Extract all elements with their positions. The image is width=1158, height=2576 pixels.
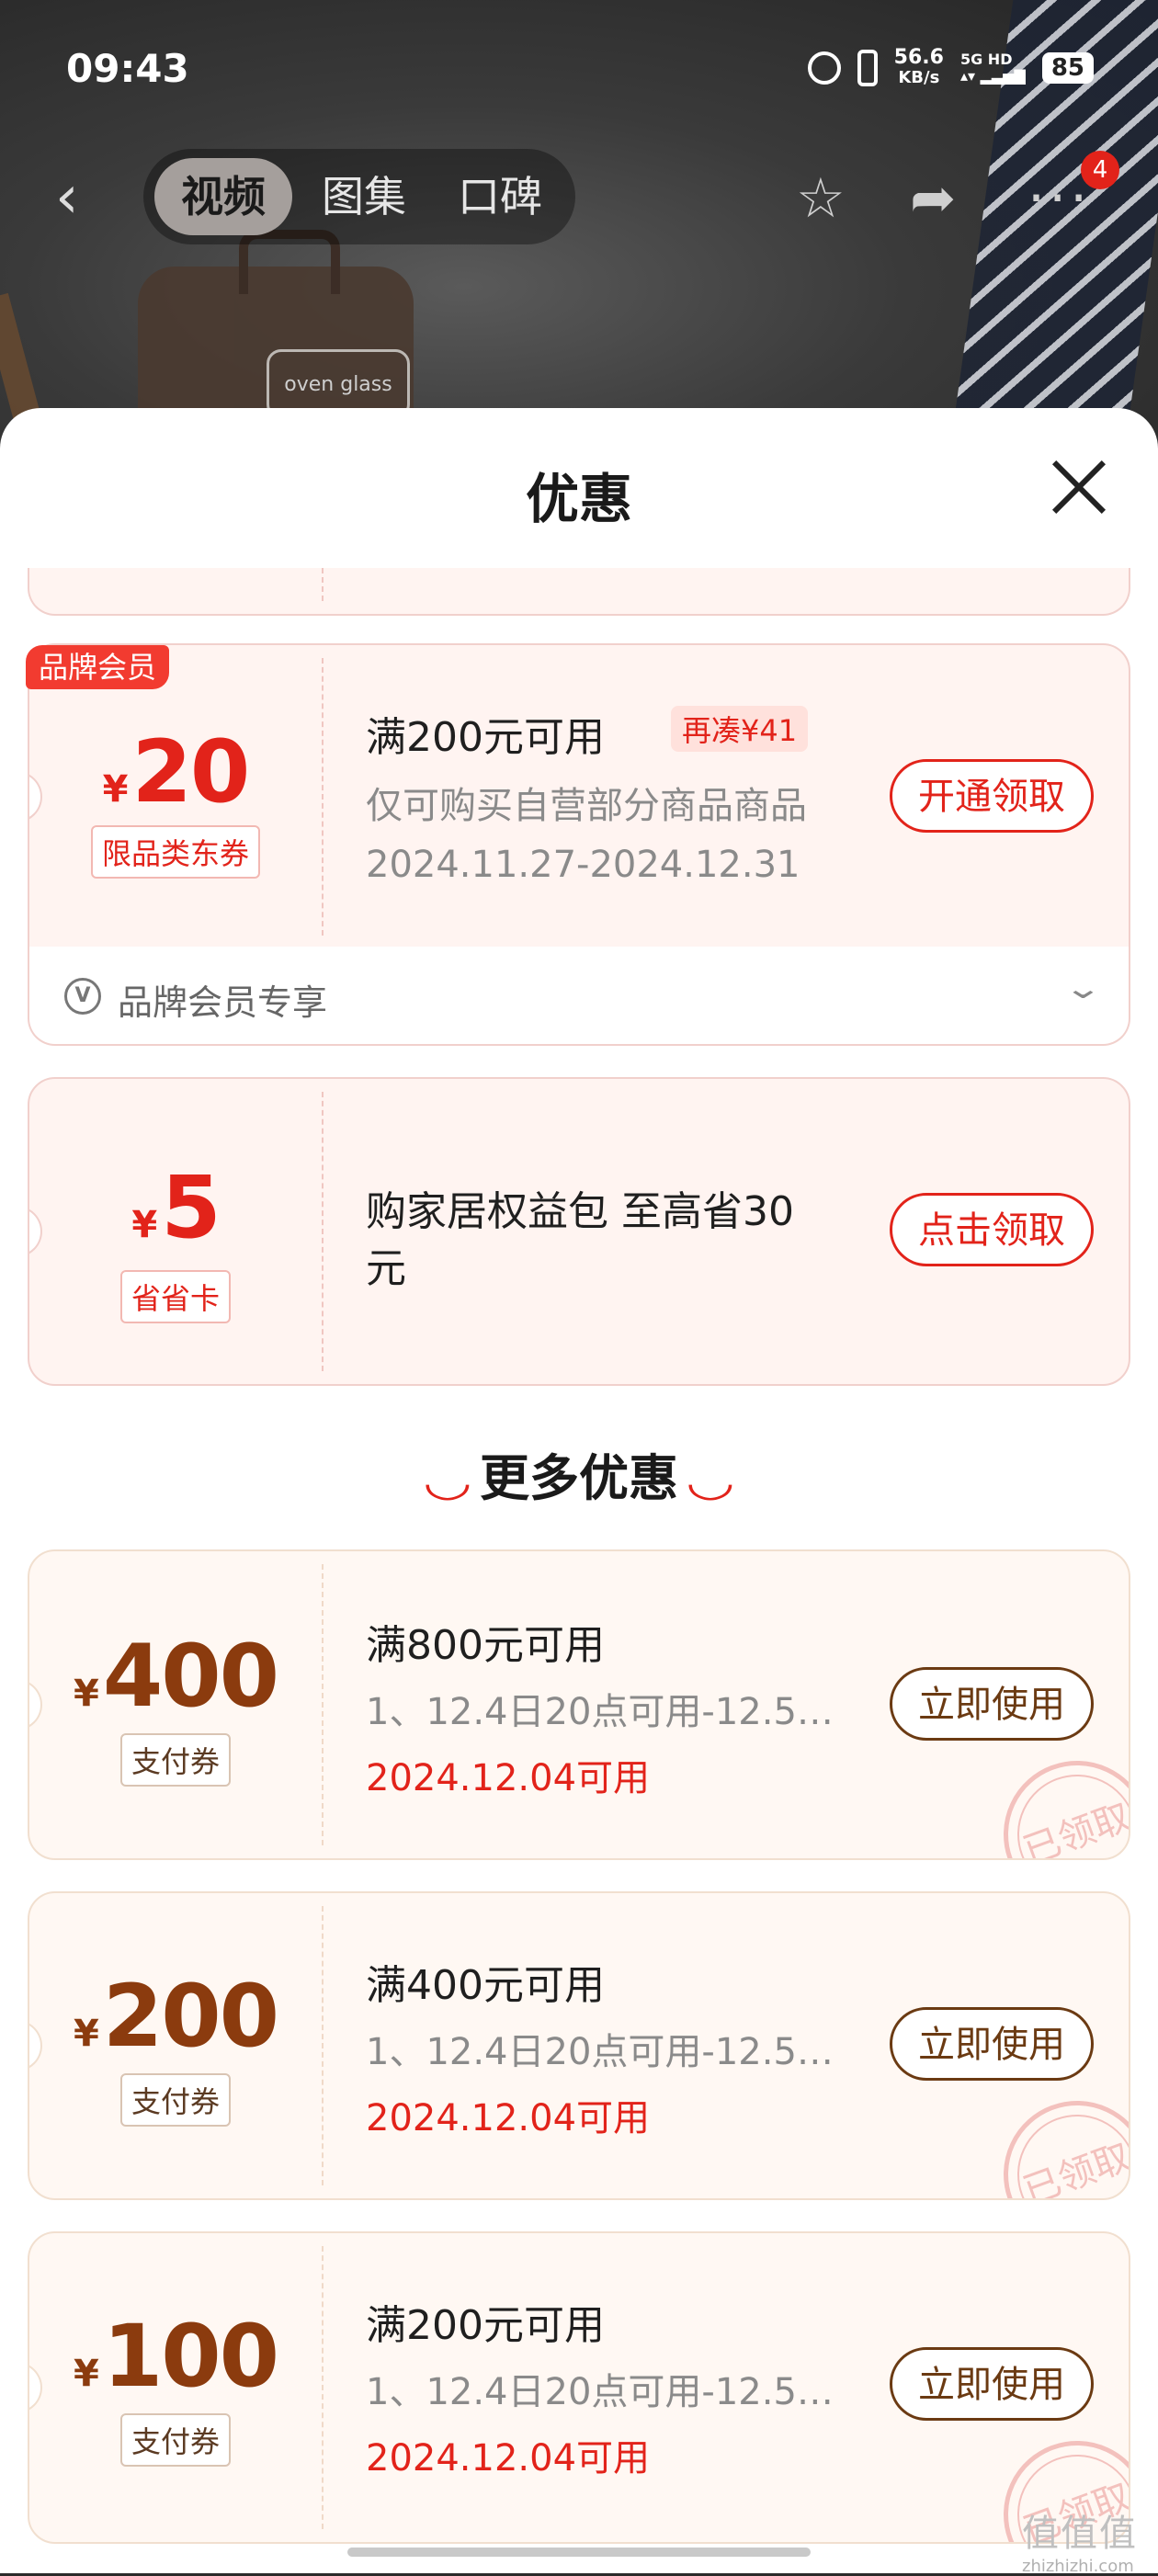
coupon-amount: ¥5 [29, 1158, 322, 1258]
coupon-title-line2: 元 [366, 1245, 406, 1292]
star-favorite-icon[interactable]: ☆ [796, 162, 846, 235]
coupon-date: 2024.11.27-2024.12.31 [366, 844, 800, 886]
member-badge: 品牌会员 [26, 645, 170, 689]
network-speed: 56.6 KB/s [894, 48, 944, 88]
amount-value: 20 [131, 722, 251, 823]
coupon-desc: 1、12.4日20点可用-12.5… [366, 2031, 834, 2073]
coupon-divider [322, 568, 324, 601]
coupon-desc: 仅可购买自营部分商品商品 [366, 785, 807, 827]
signal-icon: 5G HD ▴▾ ▂▃▅▇ [959, 51, 1026, 85]
coupon-card-partial [28, 568, 1130, 616]
saver-card-coupon: ¥5 省省卡 购家居权益包 至高省30 元 点击领取 [28, 1077, 1130, 1386]
coupon-kind: 支付券 [119, 2073, 231, 2127]
tab-reviews[interactable]: 口碑 [436, 158, 564, 235]
coupon-kind-tag: 限品类东券 [29, 825, 322, 879]
more-discounts-header: ◡ 更多优惠 ◡ [0, 1437, 1158, 1510]
vip-v-icon: V [64, 978, 101, 1015]
currency-symbol: ¥ [131, 1204, 158, 1246]
chevron-down-icon: ⌄ [1063, 970, 1104, 1005]
amount-value: 100 [102, 2307, 279, 2407]
tab-video[interactable]: 视频 [154, 158, 292, 235]
coupon-divider [322, 658, 324, 936]
coupon-kind: 限品类东券 [90, 825, 260, 879]
coupon-desc: 1、12.4日20点可用-12.5… [366, 2371, 834, 2413]
pay-coupon-card: ¥400 支付券 满800元可用 1、12.4日20点可用-12.5… 2024… [28, 1549, 1130, 1860]
amount-value: 200 [102, 1967, 279, 2067]
click-claim-button[interactable]: 点击领取 [890, 1193, 1094, 1266]
member-exclusive-row[interactable]: V 品牌会员专享 ⌄ [28, 947, 1130, 1046]
use-now-button[interactable]: 立即使用 [890, 1667, 1094, 1741]
network-hd: HD [987, 51, 1013, 68]
use-now-button[interactable]: 立即使用 [890, 2007, 1094, 2081]
vibrate-icon [857, 50, 878, 86]
speed-unit: KB/s [898, 68, 940, 87]
coupon-kind: 支付券 [119, 1733, 231, 1787]
pay-coupon-card: ¥200 支付券 满400元可用 1、12.4日20点可用-12.5… 2024… [28, 1891, 1130, 2200]
member-exclusive-label: 品牌会员专享 [118, 982, 328, 1023]
coupon-amount: ¥20 [29, 722, 322, 823]
coupon-kind-tag: 省省卡 [29, 1270, 322, 1323]
close-icon[interactable] [1046, 454, 1112, 520]
speed-value: 56.6 [893, 46, 944, 69]
coupon-amount: ¥100 [29, 2307, 322, 2407]
coupon-title: 满200元可用 [366, 2302, 605, 2349]
coupon-title: 满400元可用 [366, 1962, 605, 2009]
notification-badge: 4 [1081, 151, 1119, 189]
share-arrow-icon[interactable]: ➦ [910, 162, 956, 235]
coupon-kind-tag: 支付券 [29, 1733, 322, 1787]
coupon-title: 满200元可用 [366, 714, 605, 761]
status-time: 09:43 [66, 46, 189, 91]
currency-symbol: ¥ [102, 768, 129, 811]
smile-left-icon: ◡ [426, 1458, 470, 1505]
currency-symbol: ¥ [73, 2353, 99, 2395]
coupon-divider [322, 1564, 324, 1845]
activate-claim-button[interactable]: 开通领取 [890, 759, 1094, 833]
claimed-stamp: 已领取 [982, 2080, 1129, 2198]
coupon-divider [322, 1092, 324, 1371]
member-coupon-card: ¥20 限品类东券 满200元可用 再凑¥41 仅可购买自营部分商品商品 202… [28, 643, 1130, 950]
pay-coupon-card: ¥100 支付券 满200元可用 1、12.4日20点可用-12.5… 2024… [28, 2231, 1130, 2544]
amount-value: 400 [102, 1627, 279, 1727]
tab-gallery[interactable]: 图集 [300, 158, 428, 235]
home-indicator[interactable] [347, 2548, 811, 2557]
currency-symbol: ¥ [73, 2013, 99, 2055]
coupon-kind-tag: 支付券 [29, 2073, 322, 2127]
watermark-logo: 值值值 [1022, 2513, 1138, 2555]
coupon-kind: 省省卡 [119, 1270, 231, 1323]
coupon-desc: 1、12.4日20点可用-12.5… [366, 1691, 834, 1733]
claimed-stamp: 已领取 [982, 1740, 1129, 1858]
network-5g: 5G [959, 51, 983, 68]
coupon-divider [322, 1906, 324, 2185]
add-more-tag: 再凑¥41 [671, 706, 809, 752]
coupon-title: 满800元可用 [366, 1622, 605, 1669]
coupon-date: 2024.12.04可用 [366, 2437, 651, 2480]
status-icons: 56.6 KB/s 5G HD ▴▾ ▂▃▅▇ 85 [807, 48, 1094, 88]
coupon-amount: ¥200 [29, 1967, 322, 2067]
coupon-divider [322, 2246, 324, 2529]
currency-symbol: ¥ [73, 1673, 99, 1715]
coupon-kind: 支付券 [119, 2413, 231, 2467]
more-discounts-title: 更多优惠 [480, 1449, 678, 1507]
coupon-date: 2024.12.04可用 [366, 1757, 651, 1799]
back-chevron-icon[interactable]: ‹ [55, 165, 101, 230]
sheet-title: 优惠 [525, 468, 632, 530]
alarm-icon [807, 51, 841, 85]
media-tab-group: 视频 图集 口碑 [143, 149, 575, 244]
amount-value: 5 [161, 1158, 221, 1258]
site-watermark: 值值值 zhizhizhi.com [1022, 2503, 1138, 2576]
coupon-amount: ¥400 [29, 1627, 322, 1727]
coupon-kind-tag: 支付券 [29, 2413, 322, 2467]
use-now-button[interactable]: 立即使用 [890, 2347, 1094, 2421]
status-bar: 09:43 56.6 KB/s 5G HD ▴▾ ▂▃▅▇ 85 [0, 0, 1158, 138]
coupon-date: 2024.12.04可用 [366, 2097, 651, 2139]
battery-icon: 85 [1041, 52, 1094, 84]
coupon-title-line1: 购家居权益包 至高省30 [366, 1188, 794, 1235]
smile-right-icon: ◡ [688, 1458, 732, 1505]
